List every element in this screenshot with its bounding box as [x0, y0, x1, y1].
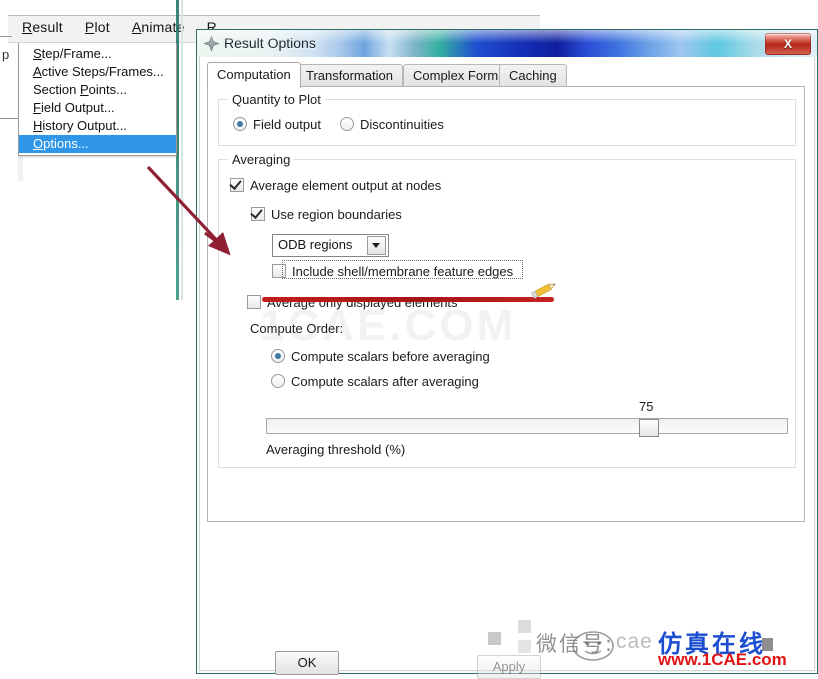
averaging-threshold-value: 75	[639, 399, 654, 414]
tab-panel-computation: Quantity to Plot Field output Discontinu…	[207, 86, 805, 522]
chevron-down-icon[interactable]	[367, 236, 386, 255]
divider-line-left-top	[0, 36, 12, 37]
dialog-tabstrip: Computation Transformation Complex Form …	[207, 62, 805, 88]
menu-option-options[interactable]: Options...	[19, 135, 176, 153]
host-window-title-strip	[0, 0, 540, 14]
quantity-to-plot-group: Quantity to Plot Field output Discontinu…	[218, 92, 796, 146]
averaging-threshold-slider[interactable]	[266, 418, 788, 437]
averaging-threshold-label: Averaging threshold (%)	[266, 442, 406, 457]
checkbox-label-average-element-output: Average element output at nodes	[250, 178, 442, 193]
annotation-red-underline	[262, 297, 554, 302]
radio-dot-compute-after-icon	[271, 374, 285, 388]
radio-dot-field-output-icon	[233, 117, 247, 131]
menu-option-history-output[interactable]: History Output...	[19, 117, 176, 135]
ok-button[interactable]: OK	[275, 651, 339, 675]
watermark-gray-text: cae	[616, 630, 653, 653]
tab-transformation[interactable]: Transformation	[296, 64, 403, 87]
radio-compute-after-averaging[interactable]: Compute scalars after averaging	[271, 373, 479, 391]
radio-label-discontinuities: Discontinuities	[360, 117, 444, 132]
quantity-to-plot-legend: Quantity to Plot	[228, 92, 325, 107]
menu-bar-items: Result Plot Animate R	[22, 19, 217, 35]
watermark-wechat-label: 微信号:	[536, 632, 615, 656]
tab-complex-form[interactable]: Complex Form	[403, 64, 509, 87]
divider-line-left	[0, 118, 18, 119]
menu-option-field-output[interactable]: Field Output...	[19, 99, 176, 117]
averaging-legend: Averaging	[228, 152, 295, 167]
checkbox-use-region-boundaries[interactable]: Use region boundaries	[251, 206, 402, 224]
region-type-combobox-value: ODB regions	[278, 237, 353, 252]
menu-option-active-steps[interactable]: Active Steps/Frames...	[19, 63, 176, 81]
checkbox-label-use-region-boundaries: Use region boundaries	[271, 207, 402, 222]
focus-outline-include-feature-edges	[282, 260, 523, 279]
watermark-bottom: 微信号: cae 仿真在线 www.1CAE.com	[470, 618, 818, 672]
result-dropdown-menu[interactable]: Step/Frame... Active Steps/Frames... Sec…	[18, 43, 177, 156]
watermark-square-3	[518, 640, 531, 653]
tab-caching[interactable]: Caching	[499, 64, 567, 87]
active-tab-seam-mask	[208, 85, 286, 87]
averaging-threshold-slider-thumb[interactable]	[639, 419, 659, 437]
close-button[interactable]: X	[765, 33, 811, 55]
pencil-icon	[531, 283, 556, 299]
checkbox-box-average-only-displayed-icon	[247, 295, 261, 309]
menu-option-step-frame[interactable]: Step/Frame...	[19, 45, 176, 63]
checkbox-box-average-element-output-icon	[230, 178, 244, 192]
checkbox-box-use-region-boundaries-icon	[251, 207, 265, 221]
radio-field-output[interactable]: Field output	[233, 116, 321, 134]
checkbox-average-element-output[interactable]: Average element output at nodes	[230, 177, 441, 195]
radio-label-compute-before: Compute scalars before averaging	[291, 349, 490, 364]
region-type-combobox[interactable]: ODB regions	[272, 234, 389, 257]
left-edge-letter: p	[2, 47, 10, 62]
radio-label-compute-after: Compute scalars after averaging	[291, 374, 479, 389]
watermark-square-2	[518, 620, 531, 633]
dialog-title-bar[interactable]: Result Options X	[197, 30, 817, 57]
radio-dot-discontinuities-icon	[340, 117, 354, 131]
abaqus-diamond-icon	[204, 36, 219, 51]
dialog-title: Result Options	[224, 35, 316, 51]
menu-option-section-points[interactable]: Section Points...	[19, 81, 176, 99]
watermark-center: 1CAE.COM	[260, 301, 517, 350]
result-options-dialog: Result Options X Computation Transformat…	[196, 29, 818, 679]
radio-label-field-output: Field output	[253, 117, 321, 132]
radio-discontinuities[interactable]: Discontinuities	[340, 116, 444, 134]
menu-item-plot[interactable]: Plot	[85, 19, 110, 35]
watermark-square-1	[488, 632, 501, 645]
radio-dot-compute-before-icon	[271, 349, 285, 363]
watermark-url: www.1CAE.com	[658, 650, 787, 669]
menu-item-result[interactable]: Result	[22, 19, 63, 35]
viewport-left-edge-highlight	[181, 0, 183, 300]
